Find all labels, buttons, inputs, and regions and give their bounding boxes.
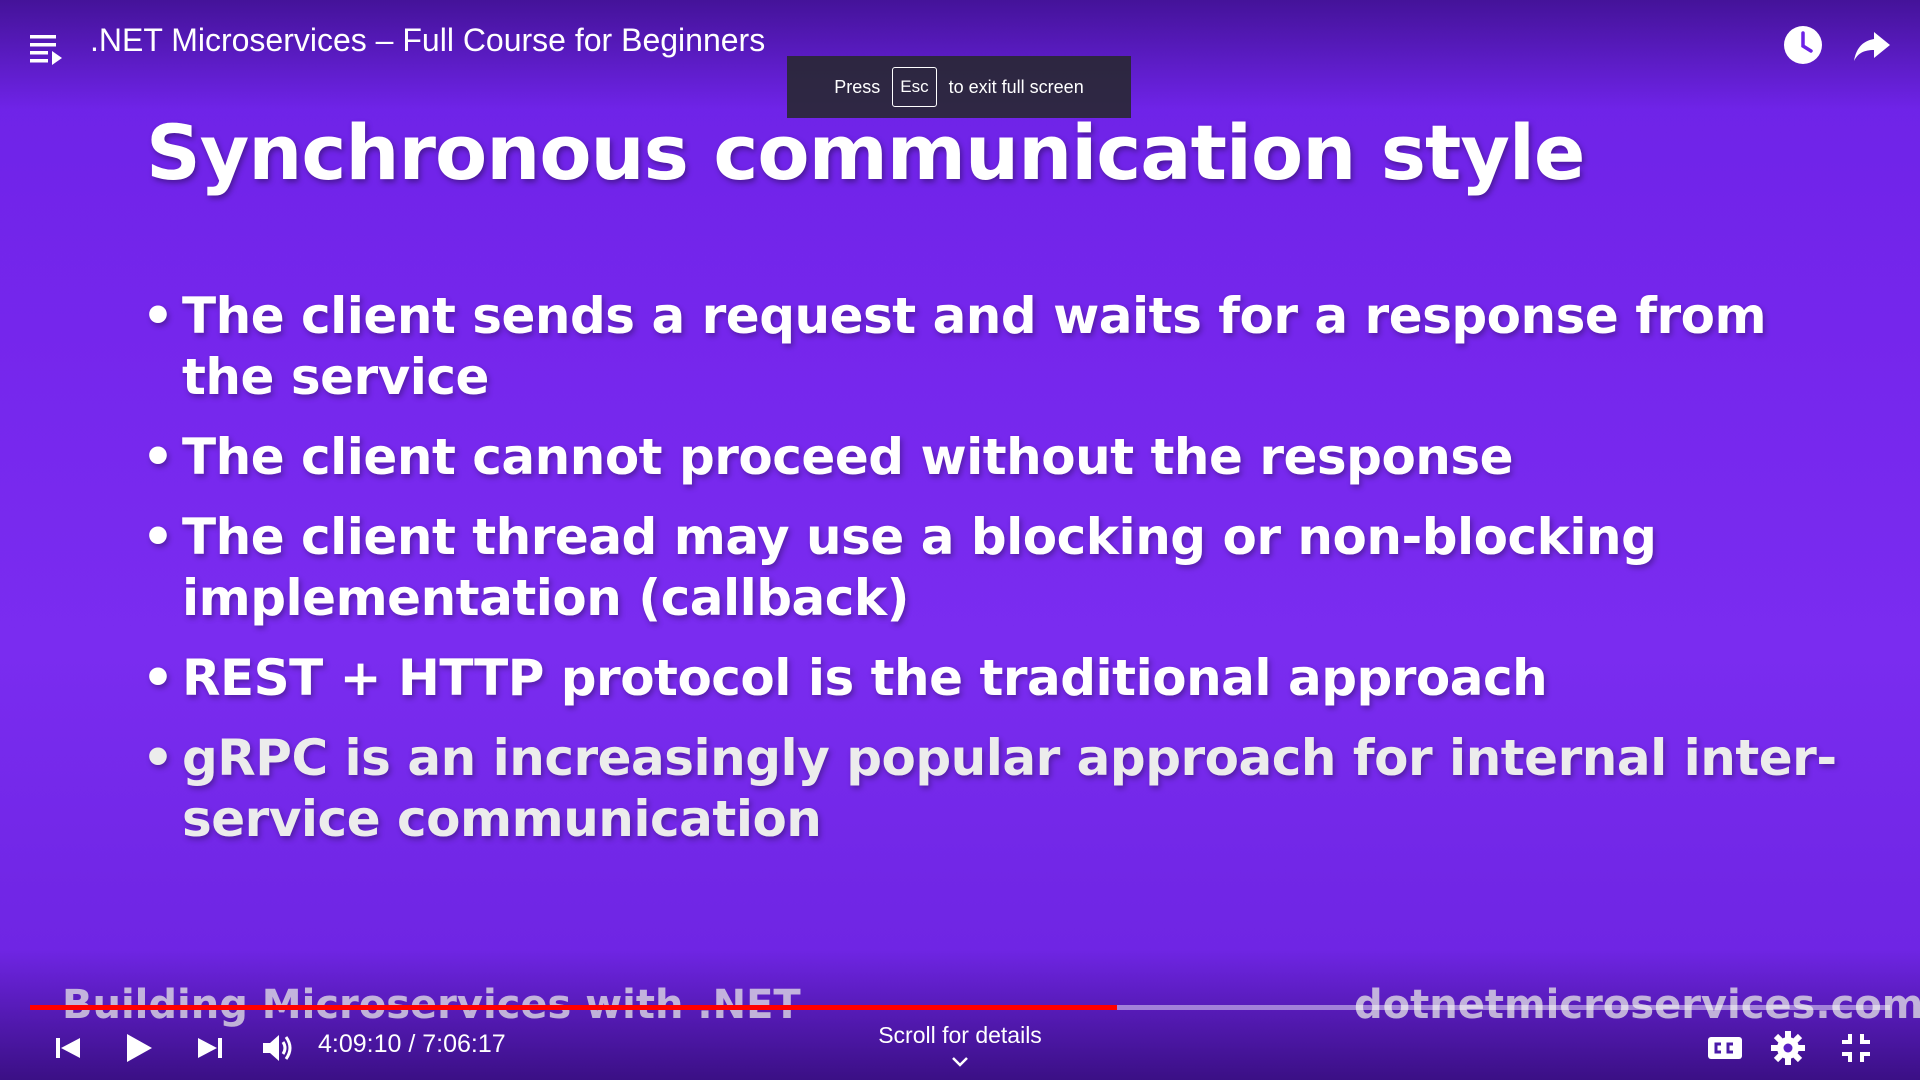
progress-bar[interactable] <box>30 1005 1890 1010</box>
closed-captions-icon <box>1708 1037 1742 1059</box>
bullet-item: gRPC is an increasingly popular approach… <box>140 728 1840 850</box>
captions-button[interactable] <box>1702 1028 1748 1068</box>
toast-press-text: Press <box>834 76 881 97</box>
share-button[interactable] <box>1852 26 1892 66</box>
watch-later-button[interactable] <box>1782 24 1824 66</box>
bullet-item: The client cannot proceed without the re… <box>140 427 1840 488</box>
skip-previous-icon <box>56 1038 80 1058</box>
exit-fullscreen-button[interactable] <box>1836 1028 1876 1068</box>
settings-button[interactable] <box>1768 1028 1808 1068</box>
esc-key-badge: Esc <box>892 67 937 107</box>
play-button[interactable] <box>118 1028 158 1068</box>
slide-title: Synchronous communication style <box>146 108 1585 197</box>
scroll-for-details[interactable]: Scroll for details <box>860 1022 1060 1049</box>
bullet-item: The client thread may use a blocking or … <box>140 507 1840 629</box>
time-separator: / <box>401 1030 423 1058</box>
video-title[interactable]: .NET Microservices – Full Course for Beg… <box>90 22 765 59</box>
play-icon <box>127 1034 152 1062</box>
gear-icon <box>1771 1031 1805 1065</box>
next-button[interactable] <box>190 1028 230 1068</box>
bullet-item: REST + HTTP protocol is the traditional … <box>140 648 1840 709</box>
duration: 7:06:17 <box>422 1030 506 1058</box>
clock-icon <box>1784 26 1822 64</box>
playlist-button[interactable] <box>28 30 68 70</box>
bullet-item: The client sends a request and waits for… <box>140 286 1840 408</box>
chevron-down-icon[interactable] <box>950 1054 970 1070</box>
exit-fullscreen-icon <box>1842 1034 1870 1062</box>
time-display: 4:09:10 / 7:06:17 <box>318 1030 506 1059</box>
volume-button[interactable] <box>258 1028 298 1068</box>
share-arrow-icon <box>1854 32 1890 61</box>
current-time: 4:09:10 <box>318 1030 402 1058</box>
playlist-icon <box>30 35 62 65</box>
volume-icon <box>263 1035 292 1061</box>
skip-next-icon <box>198 1038 222 1058</box>
bullet-list: The client sends a request and waits for… <box>140 286 1840 869</box>
previous-button[interactable] <box>48 1028 88 1068</box>
toast-message: to exit full screen <box>948 76 1084 97</box>
progress-played <box>30 1005 1118 1010</box>
